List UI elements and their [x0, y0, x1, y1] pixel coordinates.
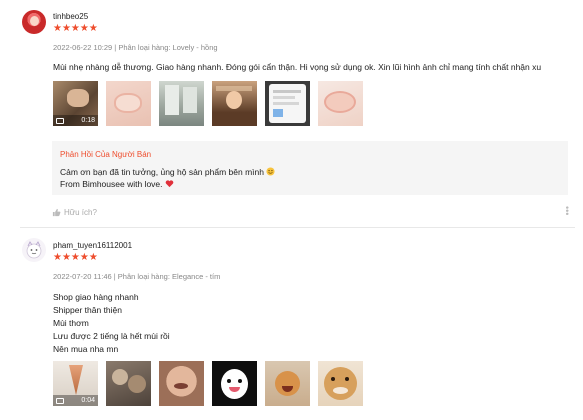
seller-reply-line-2: From Bimhousee with love. — [60, 179, 163, 189]
helpful-label: Hữu ích? — [64, 208, 97, 217]
review-item: tinhbeo25 ★★★★★ 2022-06-22 10:29 | Phân … — [0, 0, 583, 228]
video-thumbnail[interactable]: 0:18 — [53, 81, 98, 126]
photo-thumbnail[interactable] — [159, 361, 204, 406]
rating-stars: ★★★★★ — [53, 23, 98, 34]
review-item: pham_tuyen16112001 ★★★★★ 2022-07-20 11:4… — [0, 228, 583, 420]
rating-stars: ★★★★★ — [53, 252, 98, 263]
media-gallery: 0:04 — [53, 361, 363, 406]
photo-thumbnail[interactable] — [106, 361, 151, 406]
photo-thumbnail[interactable] — [159, 81, 204, 126]
photo-thumbnail[interactable] — [318, 361, 363, 406]
heart-emoji-icon — [165, 180, 174, 188]
comment-line: Shipper thân thiện — [53, 305, 122, 315]
comment-line: Mùi thơm — [53, 318, 89, 328]
video-badge: 0:18 — [53, 115, 98, 126]
video-duration: 0:04 — [81, 397, 95, 404]
username[interactable]: tinhbeo25 — [53, 12, 88, 21]
photo-thumbnail[interactable] — [106, 81, 151, 126]
photo-thumbnail[interactable] — [265, 361, 310, 406]
avatar[interactable] — [22, 238, 46, 262]
avatar-illustration — [26, 241, 42, 259]
seller-reply: Phản Hồi Của Người Bán Cảm ơn bạn đã tin… — [52, 141, 568, 195]
review-comment: Shop giao hàng nhanh Shipper thân thiện … — [53, 291, 170, 356]
avatar[interactable] — [22, 10, 46, 34]
video-duration: 0:18 — [81, 117, 95, 124]
seller-reply-line-1: Cảm ơn bạn đã tin tưởng, ủng hộ sản phẩm… — [60, 167, 264, 177]
photo-thumbnail[interactable] — [318, 81, 363, 126]
photo-thumbnail[interactable] — [265, 81, 310, 126]
smile-emoji-icon — [266, 167, 275, 176]
video-camera-icon — [56, 397, 64, 404]
review-meta: 2022-07-20 11:46 | Phân loại hàng: Elega… — [53, 272, 221, 281]
photo-thumbnail[interactable] — [212, 361, 257, 406]
review-comment: Mùi nhẹ nhàng dễ thương. Giao hàng nhanh… — [53, 62, 542, 72]
comment-line: Nên mua nha mn — [53, 344, 119, 354]
comment-line: Shop giao hàng nhanh — [53, 292, 139, 302]
comment-line: Lưu được 2 tiếng là hết mùi rồi — [53, 331, 170, 341]
media-gallery: 0:18 — [53, 81, 363, 126]
more-options-icon[interactable]: ••• — [562, 206, 572, 215]
seller-reply-title: Phản Hồi Của Người Bán — [60, 150, 152, 159]
username[interactable]: pham_tuyen16112001 — [53, 241, 132, 250]
video-badge: 0:04 — [53, 395, 98, 406]
review-meta: 2022-06-22 10:29 | Phân loại hàng: Lovel… — [53, 43, 218, 52]
photo-thumbnail[interactable] — [212, 81, 257, 126]
helpful-button[interactable]: Hữu ích? — [52, 208, 97, 217]
seller-reply-text: Cảm ơn bạn đã tin tưởng, ủng hộ sản phẩm… — [60, 166, 275, 190]
video-camera-icon — [56, 117, 64, 124]
video-thumbnail[interactable]: 0:04 — [53, 361, 98, 406]
thumbs-up-icon — [52, 208, 61, 217]
